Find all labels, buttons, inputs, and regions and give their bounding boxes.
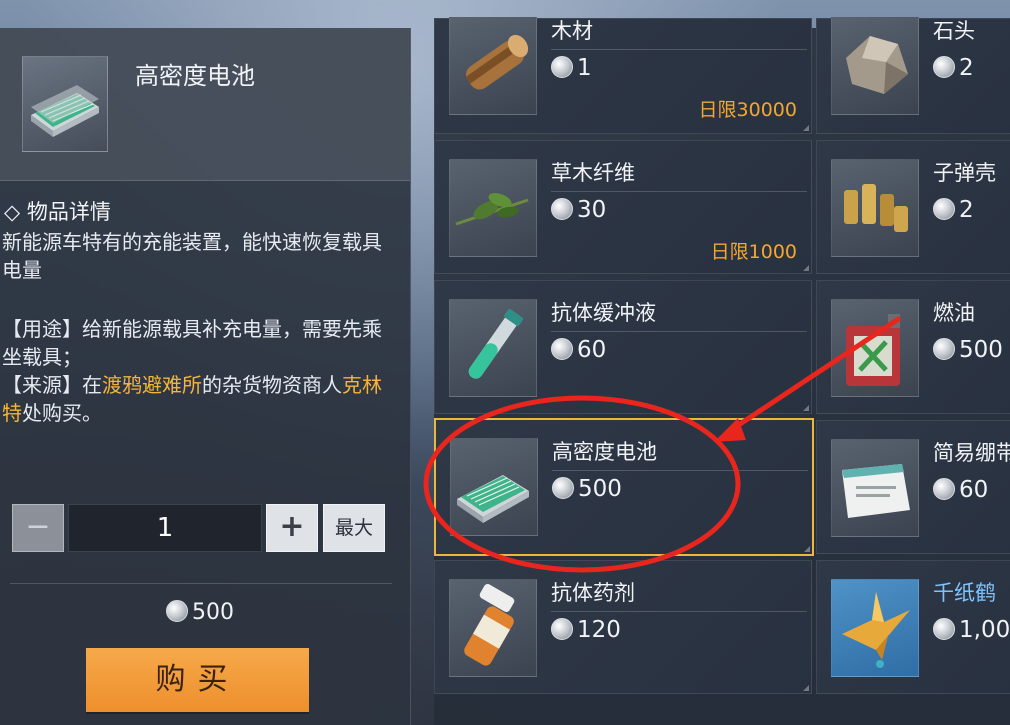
item-separator — [551, 49, 807, 50]
battery-icon — [450, 438, 538, 536]
shop-item-card[interactable]: 燃油 500 — [816, 280, 1010, 414]
item-name: 木材 — [551, 19, 593, 43]
total-price: 500 — [0, 600, 400, 625]
coin-icon — [551, 618, 573, 640]
shop-item-card[interactable]: 抗体缓冲液 60 — [434, 280, 812, 414]
shop-item-card[interactable]: 木材 1 日限30000 — [434, 17, 812, 134]
coin-icon — [551, 338, 573, 360]
shop-item-card[interactable]: 石头 2 — [816, 17, 1010, 134]
item-price: 1,00 — [933, 617, 1010, 643]
item-name: 子弹壳 — [933, 161, 996, 185]
stone-icon — [831, 17, 919, 115]
item-price-value: 500 — [959, 337, 1003, 363]
item-description: 新能源车特有的充能装置，能快速恢复载具电量 — [2, 230, 382, 282]
source-mid: 的杂货物资商人 — [202, 373, 342, 397]
coin-icon — [933, 338, 955, 360]
item-separator — [551, 611, 807, 612]
coin-icon — [551, 56, 573, 78]
item-name: 简易绷带 — [933, 441, 1010, 465]
item-price: 500 — [552, 476, 622, 502]
selected-item-name: 高密度电池 — [135, 62, 255, 90]
item-price-value: 60 — [577, 337, 607, 363]
coin-icon — [933, 56, 955, 78]
item-price-value: 120 — [577, 617, 621, 643]
shop-item-card-selected[interactable]: 高密度电池 500 — [434, 418, 814, 556]
card-corner — [804, 546, 810, 552]
coin-icon — [933, 618, 955, 640]
buy-button[interactable]: 购买 — [86, 648, 309, 712]
item-separator — [551, 331, 807, 332]
item-usage-source: 【用途】给新能源载具补充电量，需要先乘坐载具； 【来源】在渡鸦避难所的杂货物资商… — [2, 315, 394, 427]
item-name: 高密度电池 — [552, 440, 657, 464]
paper-crane-icon — [831, 579, 919, 677]
bullet-casing-icon — [831, 159, 919, 257]
max-quantity-button[interactable]: 最大 — [323, 504, 385, 552]
plant-fiber-icon — [449, 159, 537, 257]
coin-icon — [933, 198, 955, 220]
item-name: 千纸鹤 — [933, 581, 996, 605]
battery-icon — [22, 56, 108, 152]
item-price-value: 2 — [959, 55, 974, 81]
card-corner — [803, 685, 809, 691]
item-price: 2 — [933, 197, 974, 223]
coin-icon — [552, 477, 574, 499]
item-price: 500 — [933, 337, 1003, 363]
item-separator — [551, 191, 807, 192]
shop-item-grid: 木材 1 日限30000 石头 2 草木纤维 30 日限1000 子弹壳 2 抗… — [434, 17, 1010, 725]
card-corner — [803, 125, 809, 131]
quantity-stepper: − 1 + 最大 — [12, 502, 392, 552]
item-name: 抗体缓冲液 — [551, 301, 656, 325]
fuel-can-icon — [831, 299, 919, 397]
source-prefix: 【来源】在 — [2, 373, 102, 397]
item-price-value: 1,00 — [959, 617, 1010, 643]
card-corner — [803, 265, 809, 271]
item-price-value: 30 — [577, 197, 607, 223]
coin-icon — [551, 198, 573, 220]
source-suffix: 处购买。 — [22, 401, 102, 425]
quantity-input[interactable]: 1 — [68, 504, 262, 552]
item-price: 60 — [933, 477, 988, 503]
item-price: 30 — [551, 197, 606, 223]
decrease-button[interactable]: − — [12, 504, 64, 552]
daily-limit: 日限1000 — [710, 241, 797, 263]
item-price: 120 — [551, 617, 621, 643]
item-price: 1 — [551, 55, 592, 81]
item-detail-panel: 高密度电池 ◇ 物品详情 新能源车特有的充能装置，能快速恢复载具电量 【用途】给… — [0, 28, 411, 725]
shop-item-card[interactable]: 草木纤维 30 日限1000 — [434, 140, 812, 274]
increase-button[interactable]: + — [266, 504, 318, 552]
item-separator — [552, 470, 808, 471]
item-name: 石头 — [933, 19, 975, 43]
total-price-value: 500 — [192, 600, 234, 625]
coin-icon — [166, 600, 188, 622]
item-name: 草木纤维 — [551, 161, 635, 185]
usage-text: 【用途】给新能源载具补充电量，需要先乘坐载具； — [2, 317, 382, 369]
item-name: 抗体药剂 — [551, 581, 635, 605]
item-price: 2 — [933, 55, 974, 81]
selected-item-header: 高密度电池 — [0, 28, 410, 181]
item-price-value: 500 — [578, 476, 622, 502]
source-place: 渡鸦避难所 — [102, 373, 202, 397]
daily-limit: 日限30000 — [698, 99, 797, 121]
item-price-value: 1 — [577, 55, 592, 81]
shop-item-card[interactable]: 千纸鹤 1,00 — [816, 560, 1010, 694]
item-price: 60 — [551, 337, 606, 363]
item-name: 燃油 — [933, 301, 975, 325]
shop-item-card[interactable]: 子弹壳 2 — [816, 140, 1010, 274]
coin-icon — [933, 478, 955, 500]
pill-bottle-icon — [449, 579, 537, 677]
item-price-value: 60 — [959, 477, 989, 503]
shop-item-card[interactable]: 简易绷带 60 — [816, 420, 1010, 554]
shop-item-card[interactable]: 抗体药剂 120 — [434, 560, 812, 694]
test-tube-icon — [449, 299, 537, 397]
divider — [10, 583, 392, 584]
item-price-value: 2 — [959, 197, 974, 223]
bandage-icon — [831, 439, 919, 537]
item-detail-heading: ◇ 物品详情 — [4, 200, 111, 224]
wood-log-icon — [449, 17, 537, 115]
card-corner — [803, 405, 809, 411]
